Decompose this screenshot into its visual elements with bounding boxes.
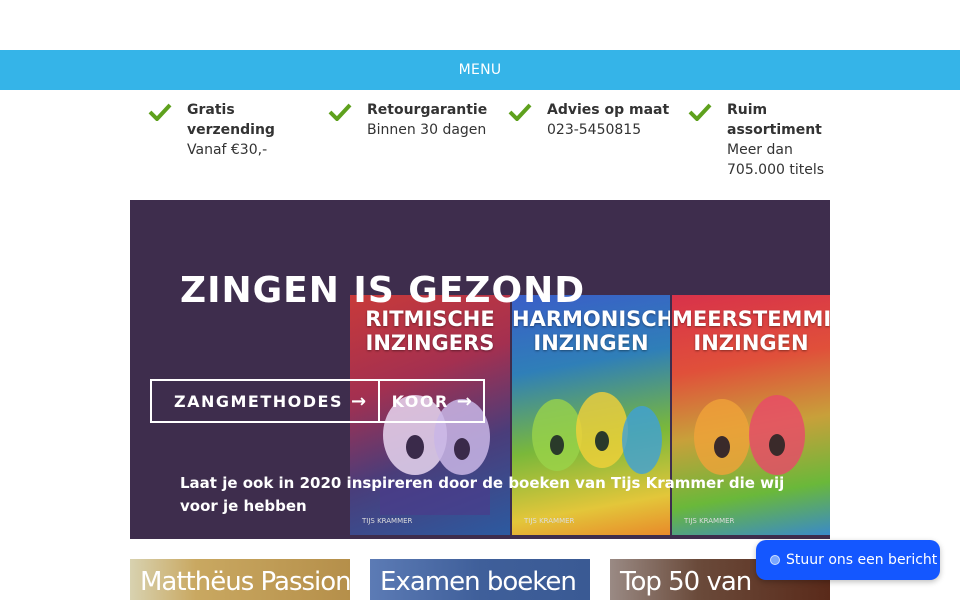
tile-label: Matthëus Passion <box>140 567 350 597</box>
usp-title: Advies op maat <box>547 102 670 118</box>
usp-bar: Gratis verzending Vanaf €30,- Retourgara… <box>130 100 830 190</box>
checkmark-icon <box>328 103 352 121</box>
usp-subtitle: Binnen 30 dagen <box>367 122 487 138</box>
cover-title-line: INZINGERS <box>365 331 495 355</box>
tile-examen-boeken[interactable]: Examen boeken <box>370 559 590 600</box>
chat-status-icon <box>770 555 780 565</box>
button-label: ZANGMETHODES <box>174 391 343 411</box>
usp-title: Ruim assortiment <box>727 102 822 138</box>
menu-bar[interactable]: MENU <box>0 50 960 90</box>
koor-button[interactable]: KOOR → <box>377 379 486 423</box>
hero-banner[interactable]: RITMISCHE INZINGERS TIJS KRAMMER HARMONI… <box>130 200 830 539</box>
cover-author: TIJS KRAMMER <box>524 517 575 525</box>
cover-title-line: INZINGEN <box>533 331 649 355</box>
checkmark-icon <box>148 103 172 121</box>
tile-label: Examen boeken <box>380 567 577 597</box>
cover-author: TIJS KRAMMER <box>362 517 413 525</box>
chat-label: Stuur ons een bericht <box>786 552 938 568</box>
tile-label: Top 50 van <box>620 567 752 597</box>
hero-description: Laat je ook in 2020 inspireren door de b… <box>180 474 785 515</box>
button-label: KOOR <box>391 391 449 411</box>
chat-button[interactable]: Stuur ons een bericht <box>756 540 940 580</box>
arrow-right-icon: → <box>456 390 474 412</box>
cover-title-line: MEERSTEMMIG <box>672 307 830 331</box>
hero-buttons: ZANGMETHODES → KOOR → <box>150 379 486 423</box>
checkmark-icon <box>508 103 532 121</box>
zangmethodes-button[interactable]: ZANGMETHODES → <box>150 379 380 423</box>
usp-subtitle: 023-5450815 <box>547 122 642 138</box>
usp-title: Gratis verzending <box>187 102 275 138</box>
menu-label[interactable]: MENU <box>459 62 502 78</box>
usp-subtitle: Vanaf €30,- <box>187 142 268 158</box>
cover-author: TIJS KRAMMER <box>684 517 735 525</box>
usp-subtitle: Meer dan 705.000 titels <box>727 142 825 178</box>
category-tiles: Matthëus Passion Examen boeken Top 50 va… <box>130 559 830 600</box>
usp-title: Retourgarantie <box>367 102 488 118</box>
hero-title: ZINGEN IS GEZOND <box>180 270 586 311</box>
arrow-right-icon: → <box>351 390 368 412</box>
tile-matthaeus-passion[interactable]: Matthëus Passion <box>130 559 350 600</box>
cover-title-line: INZINGEN <box>693 331 809 355</box>
checkmark-icon <box>688 103 712 121</box>
